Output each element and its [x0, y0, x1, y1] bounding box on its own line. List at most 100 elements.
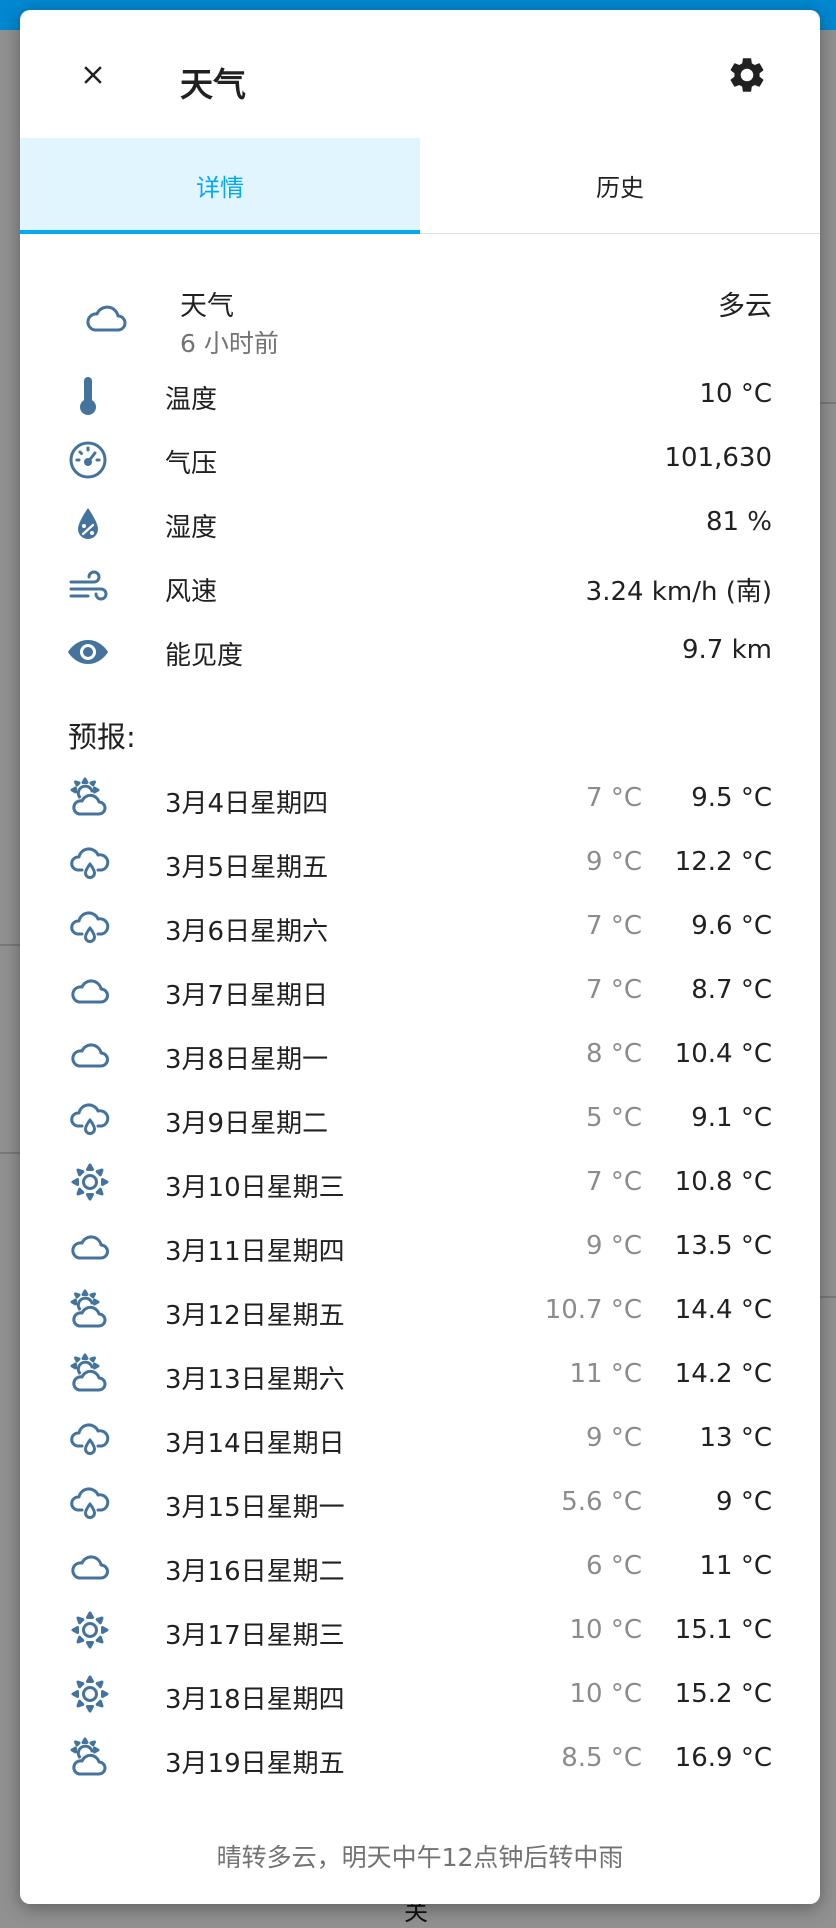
forecast-low-temp: 9 °C — [586, 847, 642, 877]
attribute-row-pressure: 气压 101,630 — [20, 426, 820, 490]
attribute-label: 气压 — [165, 449, 218, 479]
forecast-row: 3月11日星期四 9 °C 13.5 °C — [20, 1214, 820, 1278]
close-button[interactable] — [70, 52, 116, 98]
forecast-high-temp: 13 °C — [699, 1423, 772, 1453]
weather-entity-name: 天气 — [180, 291, 234, 322]
sunny-icon — [71, 1675, 109, 1713]
attribute-label: 湿度 — [165, 513, 218, 543]
tab-details[interactable]: 详情 — [20, 138, 420, 234]
forecast-row: 3月19日星期五 8.5 °C 16.9 °C — [20, 1726, 820, 1790]
forecast-high-temp: 16.9 °C — [674, 1743, 772, 1773]
cloudy-icon — [71, 979, 109, 1004]
more-info-dialog: 天气 详情 历史 天气 6 小时前 多云 温度 10 °C 气压 101,630… — [20, 10, 820, 1904]
forecast-row: 3月12日星期五 10.7 °C 14.4 °C — [20, 1278, 820, 1342]
attribute-row-wind-speed: 风速 3.24 km/h (南) — [20, 554, 820, 618]
attribute-label: 风速 — [165, 577, 218, 607]
partly-cloudy-icon — [70, 777, 107, 816]
attribute-value: 10 °C — [699, 379, 772, 409]
forecast-date: 3月8日星期一 — [165, 1045, 329, 1075]
forecast-row: 3月15日星期一 5.6 °C 9 °C — [20, 1470, 820, 1534]
humidity-icon — [78, 508, 98, 539]
forecast-row: 3月8日星期一 8 °C 10.4 °C — [20, 1022, 820, 1086]
forecast-row: 3月14日星期日 9 °C 13 °C — [20, 1406, 820, 1470]
forecast-high-temp: 14.2 °C — [674, 1359, 772, 1389]
forecast-row: 3月4日星期四 7 °C 9.5 °C — [20, 766, 820, 830]
forecast-date: 3月19日星期五 — [165, 1749, 345, 1779]
forecast-heading: 预报: — [68, 720, 136, 754]
forecast-row: 3月6日星期六 7 °C 9.6 °C — [20, 894, 820, 958]
rainy-icon — [70, 847, 110, 879]
last-changed-time: 6 小时前 — [180, 329, 279, 358]
attribute-value: 81 % — [705, 507, 772, 537]
thermometer-icon — [80, 377, 96, 415]
cloudy-icon — [71, 1555, 109, 1580]
gear-icon — [730, 58, 764, 92]
partly-cloudy-icon — [70, 1353, 107, 1392]
rainy-icon — [70, 1103, 110, 1135]
forecast-high-temp: 15.2 °C — [674, 1679, 772, 1709]
attribute-label: 温度 — [165, 385, 218, 415]
forecast-low-temp: 9 °C — [586, 1423, 642, 1453]
forecast-date: 3月14日星期日 — [165, 1429, 345, 1459]
attribute-value: 101,630 — [664, 443, 772, 473]
sunny-icon — [71, 1163, 109, 1201]
forecast-row: 3月18日星期四 10 °C 15.2 °C — [20, 1662, 820, 1726]
forecast-date: 3月13日星期六 — [165, 1365, 345, 1395]
forecast-high-temp: 9.5 °C — [691, 783, 772, 813]
forecast-high-temp: 10.4 °C — [674, 1039, 772, 1069]
partly-cloudy-icon — [70, 1289, 107, 1328]
forecast-date: 3月10日星期三 — [165, 1173, 345, 1203]
rainy-icon — [70, 1487, 110, 1519]
forecast-low-temp: 11 °C — [569, 1359, 642, 1389]
forecast-date: 3月4日星期四 — [165, 789, 329, 819]
forecast-date: 3月16日星期二 — [165, 1557, 345, 1587]
weather-state: 多云 — [718, 291, 772, 322]
forecast-row: 3月16日星期二 6 °C 11 °C — [20, 1534, 820, 1598]
forecast-high-temp: 10.8 °C — [674, 1167, 772, 1197]
forecast-low-temp: 5 °C — [586, 1103, 642, 1133]
forecast-date: 3月7日星期日 — [165, 981, 329, 1011]
forecast-low-temp: 8.5 °C — [561, 1743, 642, 1773]
gauge-icon — [69, 441, 107, 479]
forecast-date: 3月6日星期六 — [165, 917, 329, 947]
forecast-low-temp: 7 °C — [586, 783, 642, 813]
forecast-row: 3月17日星期三 10 °C 15.1 °C — [20, 1598, 820, 1662]
forecast-date: 3月17日星期三 — [165, 1621, 345, 1651]
settings-button[interactable] — [724, 52, 770, 98]
forecast-high-temp: 8.7 °C — [691, 975, 772, 1005]
rainy-icon — [70, 911, 110, 943]
attribute-row-temperature: 温度 10 °C — [20, 362, 820, 426]
dialog-header: 天气 — [20, 10, 820, 138]
forecast-low-temp: 10 °C — [569, 1679, 642, 1709]
forecast-high-temp: 9 °C — [716, 1487, 772, 1517]
cloudy-icon — [71, 1043, 109, 1068]
forecast-low-temp: 7 °C — [586, 975, 642, 1005]
tab-history[interactable]: 历史 — [420, 138, 820, 233]
forecast-date: 3月5日星期五 — [165, 853, 329, 883]
forecast-date: 3月11日星期四 — [165, 1237, 345, 1267]
forecast-low-temp: 7 °C — [586, 911, 642, 941]
forecast-row: 3月13日星期六 11 °C 14.2 °C — [20, 1342, 820, 1406]
rainy-icon — [70, 1423, 110, 1455]
cloudy-icon — [71, 1235, 109, 1260]
forecast-low-temp: 5.6 °C — [561, 1487, 642, 1517]
weather-attributes: 温度 10 °C 气压 101,630 湿度 81 % 风速 3.24 km/h… — [20, 362, 820, 682]
attribute-row-humidity: 湿度 81 % — [20, 490, 820, 554]
attribute-value: 9.7 km — [682, 635, 772, 665]
forecast-date: 3月12日星期五 — [165, 1301, 345, 1331]
forecast-high-temp: 15.1 °C — [674, 1615, 772, 1645]
forecast-high-temp: 9.6 °C — [691, 911, 772, 941]
forecast-low-temp: 8 °C — [586, 1039, 642, 1069]
forecast-row: 3月10日星期三 7 °C 10.8 °C — [20, 1150, 820, 1214]
forecast-low-temp: 7 °C — [586, 1167, 642, 1197]
forecast-high-temp: 13.5 °C — [674, 1231, 772, 1261]
dialog-title: 天气 — [180, 65, 246, 104]
forecast-date: 3月15日星期一 — [165, 1493, 345, 1523]
forecast-attribution: 晴转多云，明天中午12点钟后转中雨 — [216, 1843, 624, 1872]
tab-bar: 详情 历史 — [20, 138, 820, 234]
forecast-row: 3月5日星期五 9 °C 12.2 °C — [20, 830, 820, 894]
attribute-value: 3.24 km/h (南) — [585, 577, 772, 607]
forecast-list: 3月4日星期四 7 °C 9.5 °C 3月5日星期五 9 °C 12.2 °C 3月6日星… — [20, 766, 820, 1790]
forecast-high-temp: 11 °C — [699, 1551, 772, 1581]
forecast-row: 3月7日星期日 7 °C 8.7 °C — [20, 958, 820, 1022]
